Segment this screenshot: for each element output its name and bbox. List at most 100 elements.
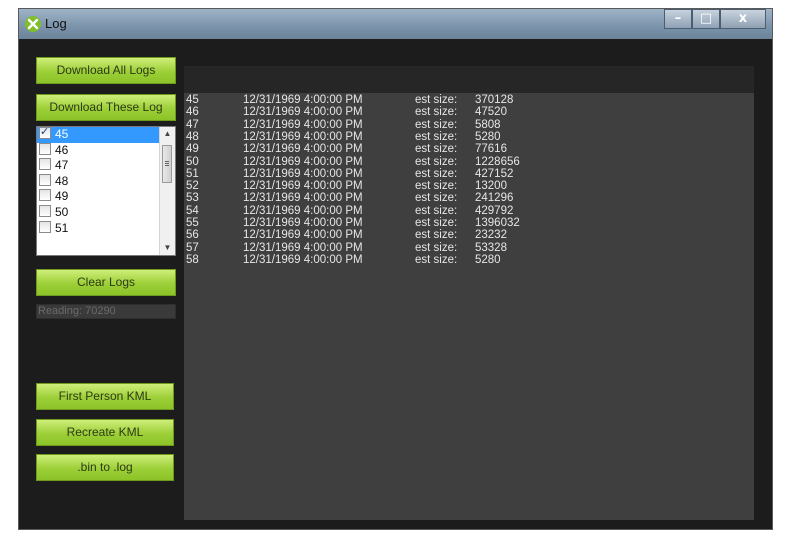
log-id: 50: [186, 155, 199, 168]
log-id: 56: [186, 229, 199, 242]
log-checklist-item-label: 50: [55, 204, 69, 219]
log-checklist-item-label: 47: [55, 158, 69, 173]
est-size-label: est size:: [415, 167, 458, 180]
checkbox[interactable]: [39, 204, 51, 217]
window-controls: – □ x: [664, 9, 766, 29]
log-date: 12/31/1969 4:00:00 PM: [243, 217, 363, 229]
scroll-grip-icon: [165, 161, 169, 162]
log-date: 12/31/1969 4:00:00 PM: [243, 204, 363, 217]
est-size-value: 370128: [475, 94, 514, 106]
log-checklist-items: 45464748495051: [37, 124, 175, 237]
est-size-value: 23232: [475, 229, 507, 242]
log-checklist[interactable]: 45464748495051 ▲ ▼: [36, 124, 176, 256]
est-size-label: est size:: [415, 229, 458, 242]
log-date: 12/31/1969 4:00:00 PM: [243, 118, 363, 131]
window-content: Download All Logs Download These Log 454…: [19, 39, 772, 529]
est-size-value: 427152: [475, 167, 514, 180]
scroll-down-icon[interactable]: ▼: [160, 241, 175, 255]
close-icon: x: [738, 11, 748, 26]
download-all-logs-button[interactable]: Download All Logs: [36, 57, 176, 84]
minimize-icon: –: [674, 11, 682, 26]
log-id: 47: [186, 118, 199, 131]
close-button[interactable]: x: [720, 9, 766, 29]
log-checklist-item-label: 45: [55, 127, 69, 141]
log-id: 52: [186, 180, 199, 193]
log-checklist-item-label: 49: [55, 189, 69, 204]
minimize-button[interactable]: –: [664, 9, 692, 29]
est-size-label: est size:: [415, 94, 458, 106]
log-checklist-item-label: 48: [55, 173, 69, 188]
log-checklist-item[interactable]: 51: [37, 220, 175, 237]
log-id: 49: [186, 143, 199, 156]
est-size-label: est size:: [415, 130, 458, 143]
log-date: 12/31/1969 4:00:00 PM: [243, 167, 363, 180]
log-date: 12/31/1969 4:00:00 PM: [243, 143, 363, 156]
log-checklist-item-label: 51: [55, 220, 69, 235]
log-checklist-item[interactable]: 49: [37, 189, 175, 205]
est-size-value: 77616: [475, 143, 507, 156]
est-size-value: 13200: [475, 180, 507, 193]
checkbox[interactable]: [39, 220, 51, 233]
log-checklist-item[interactable]: 47: [37, 158, 175, 174]
log-id: 51: [186, 167, 199, 180]
log-id: 54: [186, 204, 199, 217]
reading-status: Reading: 70290: [38, 305, 116, 317]
log-checklist-item-label: 46: [55, 142, 69, 157]
log-checklist-item[interactable]: 46: [37, 142, 175, 159]
log-id: 48: [186, 130, 199, 143]
log-id: 55: [186, 217, 199, 229]
title-bar[interactable]: Log – □ x: [19, 9, 772, 39]
est-size-label: est size:: [415, 180, 458, 193]
log-date: 12/31/1969 4:00:00 PM: [243, 253, 363, 266]
checkbox[interactable]: [39, 124, 51, 140]
checkbox[interactable]: [39, 173, 51, 186]
est-size-label: est size:: [415, 253, 458, 266]
est-size-value: 5808: [475, 118, 501, 131]
log-details-panel[interactable]: 45 12/31/1969 4:00:00 PM est size: 370128 46…: [184, 93, 754, 520]
checkbox[interactable]: [39, 158, 51, 171]
log-checklist-item[interactable]: 48: [37, 173, 175, 190]
est-size-label: est size:: [415, 204, 458, 217]
maximize-button[interactable]: □: [692, 9, 720, 29]
first-person-kml-button[interactable]: First Person KML: [36, 383, 174, 410]
log-date: 12/31/1969 4:00:00 PM: [243, 155, 363, 168]
log-id: 45: [186, 94, 199, 106]
log-checklist-scrollbar[interactable]: ▲ ▼: [159, 127, 175, 255]
log-id: 53: [186, 192, 199, 205]
clear-logs-button[interactable]: Clear Logs: [36, 269, 176, 296]
log-checklist-item[interactable]: 50: [37, 204, 175, 221]
bin-to-log-button[interactable]: .bin to .log: [36, 454, 174, 481]
window-title: Log: [45, 16, 67, 31]
log-date: 12/31/1969 4:00:00 PM: [243, 192, 363, 205]
est-size-value: 1228656: [475, 155, 520, 168]
est-size-label: est size:: [415, 143, 458, 156]
checkbox[interactable]: [39, 142, 51, 155]
header-strip: [184, 66, 754, 93]
checkbox[interactable]: [39, 189, 51, 202]
log-id: 57: [186, 241, 199, 254]
maximize-icon: □: [699, 11, 713, 26]
est-size-value: 429792: [475, 204, 514, 217]
scroll-up-icon[interactable]: ▲: [160, 127, 175, 141]
est-size-value: 47520: [475, 106, 507, 119]
log-date: 12/31/1969 4:00:00 PM: [243, 94, 363, 106]
reading-progress-bar: Reading: 70290: [36, 304, 176, 319]
download-these-logs-button[interactable]: Download These Log: [36, 94, 176, 121]
est-size-value: 5280: [475, 130, 501, 143]
est-size-label: est size:: [415, 217, 458, 229]
est-size-value: 53328: [475, 241, 507, 254]
log-id: 46: [186, 106, 199, 119]
est-size-value: 5280: [475, 253, 501, 266]
recreate-kml-button[interactable]: Recreate KML: [36, 419, 174, 446]
log-date: 12/31/1969 4:00:00 PM: [243, 130, 363, 143]
app-logo-icon: [25, 16, 41, 32]
est-size-label: est size:: [415, 118, 458, 131]
scroll-thumb[interactable]: [162, 145, 172, 183]
est-size-value: 241296: [475, 192, 514, 205]
log-date: 12/31/1969 4:00:00 PM: [243, 106, 363, 119]
log-date: 12/31/1969 4:00:00 PM: [243, 241, 363, 254]
est-size-label: est size:: [415, 155, 458, 168]
log-checklist-item[interactable]: 45: [37, 124, 175, 143]
log-date: 12/31/1969 4:00:00 PM: [243, 229, 363, 242]
log-window: Log – □ x Download All Logs Download The…: [18, 8, 773, 530]
